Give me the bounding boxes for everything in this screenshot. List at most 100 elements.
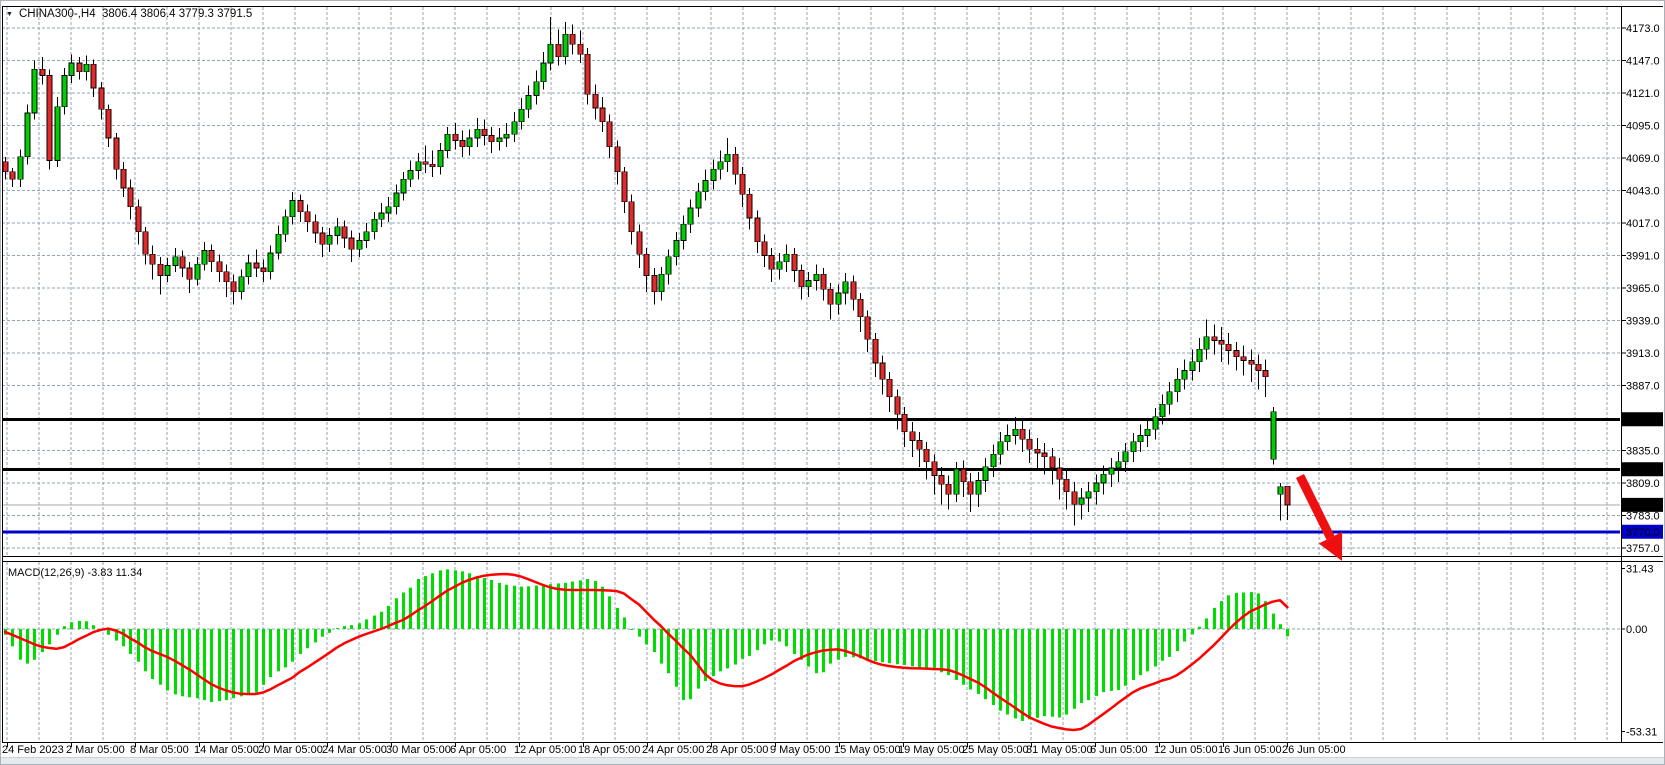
candle[interactable]: [40, 69, 45, 75]
candle[interactable]: [438, 151, 443, 167]
candle[interactable]: [1057, 468, 1062, 479]
candle[interactable]: [195, 264, 200, 279]
candle[interactable]: [1072, 492, 1077, 505]
candle[interactable]: [10, 172, 15, 180]
candle[interactable]: [556, 44, 561, 57]
candle[interactable]: [128, 188, 133, 207]
candle[interactable]: [202, 251, 207, 265]
candle[interactable]: [858, 299, 863, 317]
candle[interactable]: [55, 107, 60, 161]
candle[interactable]: [290, 201, 295, 217]
candle[interactable]: [180, 257, 185, 268]
candle[interactable]: [357, 241, 362, 250]
symbol-dropdown-icon[interactable]: ▼: [6, 11, 13, 18]
candle[interactable]: [563, 34, 568, 57]
candle[interactable]: [792, 254, 797, 270]
candle[interactable]: [1042, 453, 1047, 457]
candle[interactable]: [254, 263, 259, 268]
candle[interactable]: [961, 469, 966, 482]
candle[interactable]: [799, 271, 804, 287]
candle[interactable]: [902, 414, 907, 432]
candle[interactable]: [475, 129, 480, 138]
candle[interactable]: [1101, 474, 1106, 483]
candle[interactable]: [445, 134, 450, 150]
candle[interactable]: [998, 442, 1003, 455]
candle[interactable]: [1271, 412, 1276, 460]
candle[interactable]: [666, 257, 671, 275]
candle[interactable]: [887, 379, 892, 397]
candle[interactable]: [1123, 452, 1128, 462]
candle[interactable]: [504, 134, 509, 138]
candle[interactable]: [1153, 417, 1158, 430]
candle[interactable]: [821, 274, 826, 289]
candle[interactable]: [1167, 392, 1172, 405]
candle[interactable]: [1013, 429, 1018, 435]
candle[interactable]: [143, 232, 148, 255]
candle[interactable]: [489, 136, 494, 142]
candle[interactable]: [372, 219, 377, 232]
candle[interactable]: [224, 272, 229, 282]
candle[interactable]: [1131, 442, 1136, 452]
candle[interactable]: [276, 234, 281, 253]
candle[interactable]: [165, 266, 170, 276]
candle[interactable]: [932, 462, 937, 476]
candle[interactable]: [497, 138, 502, 142]
candle[interactable]: [747, 194, 752, 218]
candle[interactable]: [954, 469, 959, 494]
candle[interactable]: [784, 254, 789, 262]
candle[interactable]: [121, 169, 126, 188]
candle[interactable]: [1005, 436, 1010, 442]
candle[interactable]: [600, 108, 605, 122]
candle[interactable]: [593, 94, 598, 108]
candle[interactable]: [512, 122, 517, 135]
candle[interactable]: [836, 293, 841, 304]
candle[interactable]: [585, 54, 590, 94]
candle[interactable]: [261, 268, 266, 272]
candle[interactable]: [939, 476, 944, 485]
candle[interactable]: [283, 217, 288, 235]
candle[interactable]: [1079, 498, 1084, 504]
candle[interactable]: [644, 254, 649, 275]
candle[interactable]: [313, 222, 318, 233]
candle[interactable]: [209, 251, 214, 262]
candle[interactable]: [158, 264, 163, 275]
candle[interactable]: [526, 96, 531, 110]
candle[interactable]: [968, 482, 973, 495]
candle[interactable]: [843, 282, 848, 293]
candle[interactable]: [1219, 341, 1224, 345]
candle[interactable]: [725, 154, 730, 162]
candle[interactable]: [1160, 404, 1165, 417]
candle[interactable]: [1020, 429, 1025, 439]
candle[interactable]: [983, 467, 988, 481]
candle[interactable]: [1234, 351, 1239, 357]
candle[interactable]: [394, 193, 399, 207]
candle[interactable]: [268, 253, 273, 272]
candle[interactable]: [828, 289, 833, 304]
candle[interactable]: [769, 256, 774, 270]
candle[interactable]: [924, 449, 929, 462]
price-chart-canvas[interactable]: 4173.04147.04121.04095.04069.04043.04017…: [0, 0, 1665, 765]
candle[interactable]: [1145, 429, 1150, 435]
candle[interactable]: [659, 274, 664, 292]
candle[interactable]: [1175, 379, 1180, 392]
candle[interactable]: [467, 138, 472, 147]
candle[interactable]: [69, 63, 74, 76]
candle[interactable]: [777, 262, 782, 270]
candle[interactable]: [570, 34, 575, 44]
candle[interactable]: [1256, 364, 1261, 370]
candle[interactable]: [733, 154, 738, 174]
candle[interactable]: [1249, 361, 1254, 365]
candle[interactable]: [696, 192, 701, 208]
candle[interactable]: [99, 88, 104, 109]
candle[interactable]: [910, 432, 915, 441]
candle[interactable]: [1116, 462, 1121, 468]
candle[interactable]: [895, 397, 900, 415]
candle[interactable]: [1285, 486, 1290, 505]
candle[interactable]: [386, 207, 391, 213]
candle[interactable]: [851, 282, 856, 300]
candle[interactable]: [946, 484, 951, 494]
candle[interactable]: [349, 238, 354, 249]
candle[interactable]: [379, 213, 384, 219]
candle[interactable]: [629, 202, 634, 232]
candle[interactable]: [187, 268, 192, 279]
